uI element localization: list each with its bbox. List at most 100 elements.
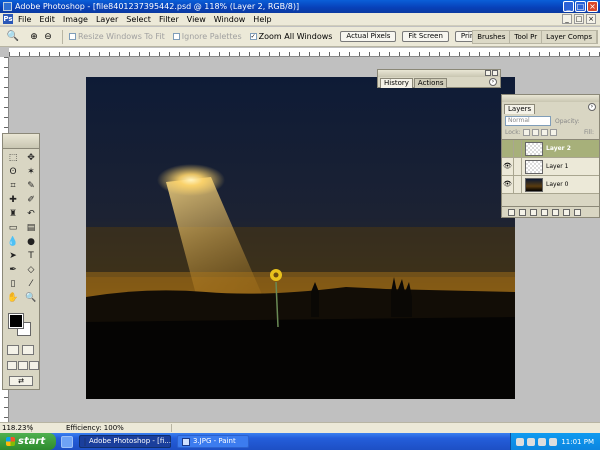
actual-pixels-button[interactable]: Actual Pixels [340, 31, 397, 42]
panel-minimize-button[interactable] [485, 70, 491, 76]
doc-minimize-button[interactable]: _ [562, 14, 572, 24]
menu-view[interactable]: View [187, 15, 206, 24]
quick-launch-icon[interactable] [61, 435, 73, 448]
layer-mask-icon[interactable] [530, 208, 537, 216]
history-brush-tool-icon[interactable]: ↶ [23, 208, 39, 220]
zoom-all-windows-checkbox[interactable]: ✓ Zoom All Windows [249, 32, 332, 41]
toolbox-header[interactable] [3, 134, 39, 149]
eye-icon[interactable]: 👁 [502, 158, 514, 175]
eyedropper-tool-icon[interactable]: ⁄ [23, 278, 39, 290]
fit-screen-button[interactable]: Fit Screen [402, 31, 449, 42]
tray-security-icon[interactable] [549, 437, 557, 446]
dodge-tool-icon[interactable]: ● [23, 236, 39, 248]
zoom-readout[interactable]: 118.23% [0, 424, 33, 432]
menu-select[interactable]: Select [126, 15, 151, 24]
gradient-tool-icon[interactable]: ▤ [23, 222, 39, 234]
layer-link-slot[interactable] [514, 176, 522, 193]
start-button[interactable]: start [0, 433, 56, 450]
photoshop-logo-icon[interactable]: Ps [3, 14, 13, 24]
tab-history[interactable]: History [380, 78, 413, 88]
ignore-palettes-checkbox[interactable]: Ignore Palettes [172, 32, 242, 41]
doc-close-button[interactable]: × [586, 14, 596, 24]
blur-tool-icon[interactable]: 💧 [5, 236, 21, 248]
foreground-color-swatch[interactable] [8, 313, 24, 329]
taskbar-button-paint[interactable]: 3.JPG - Paint [177, 435, 249, 448]
menu-edit[interactable]: Edit [39, 15, 55, 24]
crop-tool-icon[interactable]: ⌗ [5, 180, 21, 192]
standard-screen-mode-icon[interactable] [7, 361, 17, 370]
layer-link-slot[interactable] [514, 158, 522, 175]
full-screen-menu-mode-icon[interactable] [18, 361, 28, 370]
tray-app-icon[interactable] [516, 437, 524, 446]
clock[interactable]: 11:01 PM [561, 438, 594, 446]
clone-stamp-tool-icon[interactable]: ♜ [5, 208, 21, 220]
lock-image-icon[interactable] [531, 129, 539, 136]
new-group-icon[interactable] [552, 208, 559, 216]
menu-window[interactable]: Window [214, 15, 246, 24]
layer-row-layer-2[interactable]: Layer 2 [502, 140, 599, 158]
move-tool-icon[interactable]: ✥ [23, 152, 39, 164]
zoom-in-icon[interactable]: ⊕ [28, 31, 40, 43]
delete-layer-icon[interactable] [574, 208, 581, 216]
tab-layers[interactable]: Layers [504, 104, 536, 114]
resize-windows-checkbox[interactable]: Resize Windows To Fit [69, 32, 165, 41]
layer-style-icon[interactable] [519, 208, 526, 216]
menu-file[interactable]: File [18, 15, 31, 24]
slice-tool-icon[interactable]: ✎ [23, 180, 39, 192]
layers-panel-menu-button[interactable]: › [588, 103, 596, 111]
magic-wand-tool-icon[interactable]: ✶ [23, 166, 39, 178]
new-layer-icon[interactable] [563, 208, 570, 216]
palette-well-tab-brushes[interactable]: Brushes [473, 31, 511, 43]
marquee-tool-icon[interactable]: ⬚ [5, 152, 21, 164]
shape-tool-icon[interactable]: ◇ [23, 264, 39, 276]
brush-tool-icon[interactable]: ✐ [23, 194, 39, 206]
standard-mode-icon[interactable] [7, 345, 19, 355]
jump-to-imageready-icon[interactable]: ⇄ [9, 376, 33, 386]
hand-tool-icon[interactable]: ✋ [5, 292, 21, 304]
lock-position-icon[interactable] [540, 129, 548, 136]
lock-all-icon[interactable] [549, 129, 557, 136]
adjustment-layer-icon[interactable] [541, 208, 548, 216]
zoom-out-icon[interactable]: ⊖ [42, 31, 54, 43]
zoom-tool-icon[interactable]: 🔍 [23, 292, 39, 304]
full-screen-mode-icon[interactable] [29, 361, 39, 370]
horizontal-ruler[interactable] [9, 48, 600, 57]
zoom-tool-preset-icon[interactable]: 🔍 [6, 30, 20, 44]
panel-close-button[interactable] [492, 70, 498, 76]
eye-icon[interactable]: 👁 [502, 176, 514, 193]
doc-restore-button[interactable]: □ [574, 14, 584, 24]
healing-brush-tool-icon[interactable]: ✚ [5, 194, 21, 206]
palette-well-tab-tool-presets[interactable]: Tool Pr [510, 31, 543, 43]
menu-image[interactable]: Image [63, 15, 88, 24]
minimize-button[interactable]: _ [563, 1, 574, 12]
layer-row-layer-1[interactable]: 👁 Layer 1 [502, 158, 599, 176]
layers-panel-titlebar[interactable] [502, 95, 599, 102]
layer-link-slot[interactable] [514, 140, 522, 157]
notes-tool-icon[interactable]: ▯ [5, 278, 21, 290]
blend-mode-select[interactable]: Normal [505, 116, 551, 126]
palette-well-tab-layer-comps[interactable]: Layer Comps [542, 31, 597, 43]
maximize-button[interactable]: □ [575, 1, 586, 12]
history-panel-titlebar[interactable] [378, 70, 500, 77]
lock-transparency-icon[interactable] [522, 129, 530, 136]
lasso-tool-icon[interactable]: ʘ [5, 166, 21, 178]
menu-help[interactable]: Help [253, 15, 271, 24]
path-selection-tool-icon[interactable]: ➤ [5, 250, 21, 262]
eraser-tool-icon[interactable]: ▭ [5, 222, 21, 234]
menu-filter[interactable]: Filter [159, 15, 179, 24]
taskbar-button-photoshop[interactable]: Adobe Photoshop - [fi... [79, 435, 171, 448]
link-layers-icon[interactable] [508, 208, 515, 216]
visibility-toggle[interactable] [502, 140, 514, 157]
pen-tool-icon[interactable]: ✒ [5, 264, 21, 276]
close-button[interactable]: × [587, 1, 598, 12]
quick-mask-mode-icon[interactable] [22, 345, 34, 355]
document-info[interactable]: Efficiency: 100% [32, 424, 172, 432]
tab-actions[interactable]: Actions [413, 78, 448, 88]
menu-layer[interactable]: Layer [96, 15, 118, 24]
document-canvas[interactable] [86, 77, 515, 399]
type-tool-icon[interactable]: T [23, 250, 39, 262]
panel-menu-button[interactable]: › [489, 78, 497, 86]
tray-network-icon[interactable] [527, 437, 535, 446]
tray-volume-icon[interactable] [538, 437, 546, 446]
layer-row-layer-0[interactable]: 👁 Layer 0 [502, 176, 599, 194]
